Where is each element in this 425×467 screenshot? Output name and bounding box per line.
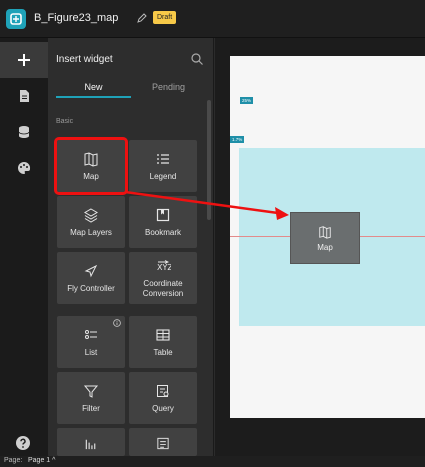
palette-icon	[18, 161, 31, 174]
svg-text:XYZ: XYZ	[157, 263, 171, 272]
widget-tile-chart[interactable]	[57, 428, 125, 456]
widget-label: Legend	[149, 171, 177, 181]
widget-label: Fly Controller	[67, 283, 115, 293]
ruler-tag: 1.7%	[230, 136, 245, 143]
bottom-bar: Page: Page 1 ^	[0, 456, 425, 467]
plus-icon	[18, 54, 30, 66]
widget-label: Filter	[82, 403, 100, 413]
widget-label: Query	[152, 403, 174, 413]
coordinate-icon: XYZ	[157, 259, 171, 272]
filter-icon	[83, 385, 99, 398]
bookmark-icon	[156, 208, 170, 221]
pencil-icon[interactable]	[135, 11, 149, 25]
page-selector[interactable]: Page 1 ^	[28, 457, 55, 464]
widget-tile-map-layers[interactable]: Map Layers	[57, 196, 125, 248]
section-label-basic: Basic	[56, 118, 74, 125]
widget-tile-text[interactable]	[129, 428, 197, 456]
left-rail	[0, 38, 48, 456]
table-icon	[156, 328, 170, 341]
rail-page-button[interactable]	[0, 78, 48, 114]
widget-tile-legend[interactable]: Legend	[129, 140, 197, 192]
widget-tile-filter[interactable]: Filter	[57, 372, 125, 424]
widget-label: Bookmark	[144, 227, 181, 237]
app-logo-icon[interactable]	[6, 9, 26, 29]
help-icon[interactable]	[15, 435, 31, 451]
query-icon	[157, 384, 169, 397]
widget-tile-bookmark[interactable]: Bookmark	[129, 196, 197, 248]
panel-title: Insert widget	[56, 54, 113, 65]
widget-tile-map[interactable]: Map	[54, 137, 128, 195]
panel-scrollbar[interactable]	[207, 100, 211, 220]
search-icon[interactable]	[190, 52, 204, 66]
map-icon	[319, 225, 331, 239]
page-icon	[20, 90, 29, 102]
widget-tile-coordinate-conversion[interactable]: XYZ Coordinate Conversion	[129, 252, 197, 304]
rail-insert-button[interactable]	[0, 42, 48, 78]
fly-icon	[84, 264, 98, 277]
draft-badge: Draft	[153, 11, 177, 24]
widget-label: Coordinate Conversion	[142, 278, 184, 298]
widget-tile-list[interactable]: List	[57, 316, 125, 368]
ghost-widget-label: Map	[317, 242, 333, 252]
rail-theme-button[interactable]	[0, 150, 48, 186]
widget-tile-query[interactable]: Query	[129, 372, 197, 424]
tab-pending[interactable]: Pending	[131, 76, 206, 98]
dragging-map-widget[interactable]: Map	[290, 212, 360, 264]
app-title: B_Figure23_map	[34, 12, 119, 24]
layers-icon	[84, 207, 98, 223]
chart-icon	[85, 439, 96, 450]
widget-label: List	[84, 347, 98, 357]
widget-label: Map Layers	[70, 227, 112, 237]
rail-data-button[interactable]	[0, 114, 48, 150]
tab-new[interactable]: New	[56, 76, 131, 98]
database-icon	[18, 126, 30, 138]
widget-label: Map	[83, 171, 99, 181]
widget-tile-table[interactable]: Table	[129, 316, 197, 368]
info-icon[interactable]	[113, 319, 121, 327]
insert-widget-panel: Insert widget New Pending Basic Map Lege…	[48, 38, 214, 456]
top-bar: B_Figure23_map Draft	[0, 0, 425, 38]
legend-icon	[157, 153, 169, 164]
widget-tile-fly-controller[interactable]: Fly Controller	[57, 252, 125, 304]
page-label: Page:	[4, 457, 23, 464]
ruler-tag: 25%	[240, 97, 254, 104]
text-icon	[157, 437, 169, 450]
list-icon	[85, 329, 97, 339]
widget-label: Table	[153, 347, 173, 357]
map-icon	[84, 151, 98, 167]
